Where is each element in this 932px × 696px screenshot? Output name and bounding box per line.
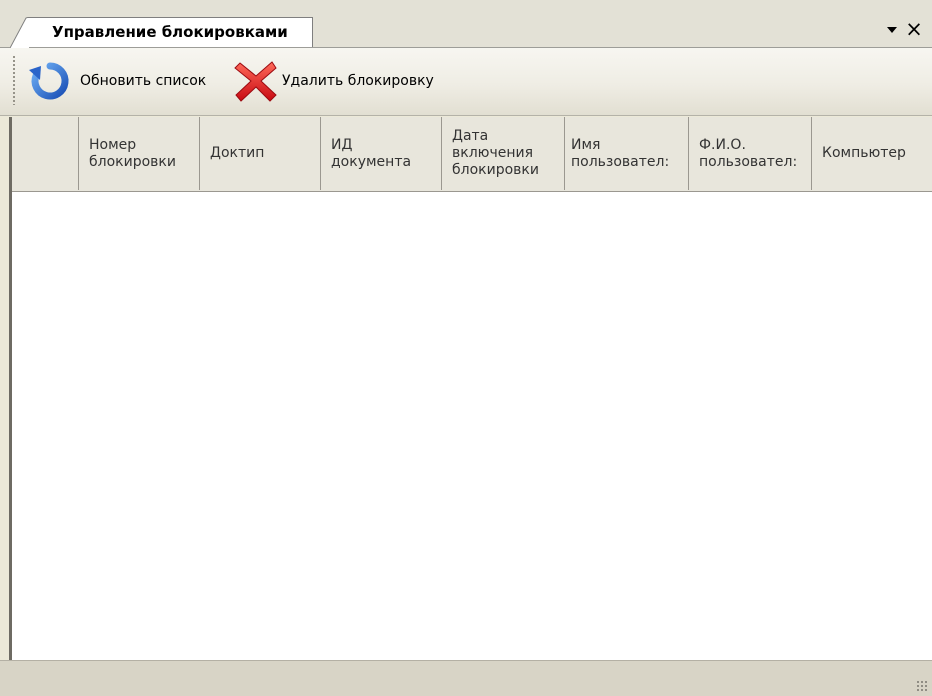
close-icon[interactable]: × (903, 18, 925, 40)
tab-title: Управление блокировками (52, 23, 288, 41)
table-header: Номер блокировки Доктип ИД документа Дат… (12, 117, 932, 192)
refresh-list-label: Обновить список (80, 73, 207, 89)
dropdown-menu-icon[interactable] (884, 22, 900, 38)
tab-lock-management[interactable]: Управление блокировками (28, 17, 313, 47)
column-header-computer[interactable]: Компьютер (812, 117, 932, 190)
locks-table[interactable]: Номер блокировки Доктип ИД документа Дат… (9, 117, 932, 660)
tab-strip: Управление блокировками × (0, 0, 932, 48)
column-header-user-name[interactable]: Имя пользовател: (565, 117, 689, 190)
status-bar (0, 660, 932, 696)
refresh-list-button[interactable]: Обновить список (26, 56, 206, 106)
row-header-corner[interactable] (12, 117, 79, 190)
lock-management-panel: Управление блокировками × Обновить списо… (0, 0, 932, 696)
column-header-lock-date[interactable]: Дата включения блокировки (442, 117, 565, 190)
column-header-doctype[interactable]: Доктип (200, 117, 321, 190)
column-header-lock-number[interactable]: Номер блокировки (79, 117, 200, 190)
delete-lock-button[interactable]: Удалить блокировку (232, 56, 434, 106)
delete-lock-label: Удалить блокировку (282, 73, 434, 89)
column-header-user-fullname[interactable]: Ф.И.О. пользовател: (689, 117, 812, 190)
tab-edge (10, 17, 29, 48)
toolbar-grip[interactable] (12, 55, 16, 105)
column-header-document-id[interactable]: ИД документа (321, 117, 442, 190)
resize-grip[interactable] (916, 680, 928, 692)
refresh-icon (29, 62, 69, 100)
toolbar: Обновить список Удалить блокировку (0, 48, 932, 116)
red-x-icon (234, 61, 277, 102)
